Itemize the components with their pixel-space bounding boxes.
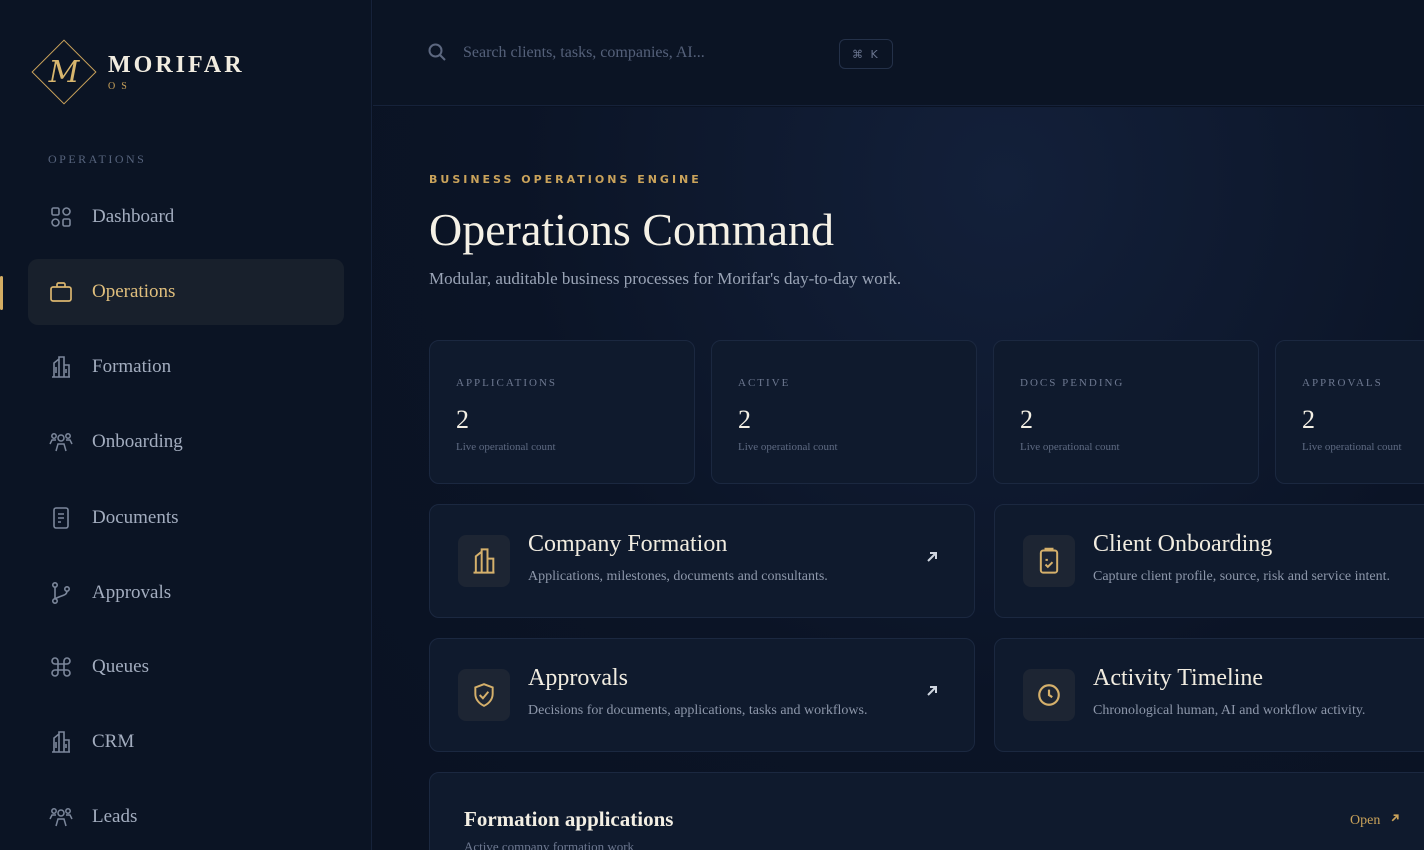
sidebar-item-label: Documents <box>92 507 179 528</box>
sidebar-item-approvals[interactable]: Approvals <box>28 560 344 626</box>
document-icon <box>48 505 74 531</box>
clock-icon <box>1023 669 1075 721</box>
stat-card-active[interactable]: ACTIVE 2 Live operational count <box>711 340 977 484</box>
building-icon <box>458 535 510 587</box>
sidebar-item-documents[interactable]: Documents <box>28 485 344 551</box>
shield-icon <box>458 669 510 721</box>
panel-subtitle: Active company formation work <box>464 839 635 850</box>
sidebar-item-label: Approvals <box>92 582 172 603</box>
main-content: BUSINESS OPERATIONS ENGINE Operations Co… <box>373 107 1424 850</box>
stat-value: 2 <box>1020 405 1033 434</box>
sidebar-item-label: Formation <box>92 356 172 377</box>
topbar: ⌘ K <box>373 0 1424 106</box>
building-icon <box>48 354 74 380</box>
keyboard-shortcut-badge: ⌘ K <box>839 39 893 69</box>
module-description: Decisions for documents, applications, t… <box>528 703 868 718</box>
module-card-client-onboarding[interactable]: Client Onboarding Capture client profile… <box>994 504 1424 618</box>
building-icon <box>48 729 74 755</box>
stat-value: 2 <box>1302 405 1315 434</box>
module-description: Applications, milestones, documents and … <box>528 569 828 584</box>
logo-monogram: M <box>48 54 80 90</box>
sidebar-item-operations[interactable]: Operations <box>28 259 344 325</box>
search-icon[interactable] <box>427 42 449 64</box>
arrow-up-right-icon[interactable] <box>922 547 946 571</box>
brand-text: MORIFAR OS <box>108 52 245 92</box>
stat-note: Live operational count <box>1302 441 1402 453</box>
sidebar-item-onboarding[interactable]: Onboarding <box>28 409 344 475</box>
command-icon <box>48 654 74 680</box>
stat-note: Live operational count <box>1020 441 1120 453</box>
sidebar-item-formation[interactable]: Formation <box>28 334 344 400</box>
open-label: Open <box>1350 812 1381 828</box>
stat-label: APPROVALS <box>1302 377 1383 389</box>
users-icon <box>48 429 74 455</box>
sidebar-item-label: Leads <box>92 806 138 827</box>
grid-icon <box>48 204 74 230</box>
formation-applications-panel: Formation applications Active company fo… <box>429 772 1424 850</box>
sidebar: M MORIFAR OS OPERATIONS Dashboard Operat… <box>0 0 372 850</box>
active-indicator <box>0 276 3 310</box>
module-card-activity-timeline[interactable]: Activity Timeline Chronological human, A… <box>994 638 1424 752</box>
sidebar-item-label: Operations <box>92 281 176 302</box>
sidebar-item-queues[interactable]: Queues <box>28 634 344 700</box>
users-icon <box>48 804 74 830</box>
stat-label: APPLICATIONS <box>456 377 558 389</box>
sidebar-section-label: OPERATIONS <box>48 152 147 166</box>
stat-card-applications[interactable]: APPLICATIONS 2 Live operational count <box>429 340 695 484</box>
open-link[interactable]: Open <box>1350 811 1402 830</box>
stat-card-approvals[interactable]: APPROVALS 2 Live operational count <box>1275 340 1424 484</box>
sidebar-item-dashboard[interactable]: Dashboard <box>28 184 344 250</box>
module-title: Company Formation <box>528 531 728 557</box>
brand-name: MORIFAR <box>108 52 245 78</box>
sidebar-item-label: Onboarding <box>92 431 183 452</box>
arrow-up-right-icon <box>1388 811 1402 830</box>
page-title: Operations Command <box>429 204 834 255</box>
stat-note: Live operational count <box>738 441 838 453</box>
brand[interactable]: M MORIFAR OS <box>28 36 245 108</box>
search-input[interactable] <box>463 36 793 70</box>
module-title: Activity Timeline <box>1093 665 1264 691</box>
stat-label: DOCS PENDING <box>1020 377 1125 389</box>
module-card-company-formation[interactable]: Company Formation Applications, mileston… <box>429 504 975 618</box>
arrow-up-right-icon[interactable] <box>922 681 946 705</box>
briefcase-icon <box>48 279 74 305</box>
stat-value: 2 <box>456 405 469 434</box>
branch-icon <box>48 580 74 606</box>
stat-card-docs-pending[interactable]: DOCS PENDING 2 Live operational count <box>993 340 1259 484</box>
module-description: Capture client profile, source, risk and… <box>1093 569 1391 584</box>
sidebar-item-leads[interactable]: Leads <box>28 784 344 850</box>
module-card-approvals[interactable]: Approvals Decisions for documents, appli… <box>429 638 975 752</box>
module-description: Chronological human, AI and workflow act… <box>1093 703 1366 718</box>
stat-label: ACTIVE <box>738 377 791 389</box>
stat-note: Live operational count <box>456 441 556 453</box>
clipboard-icon <box>1023 535 1075 587</box>
module-title: Approvals <box>528 665 628 691</box>
module-title: Client Onboarding <box>1093 531 1273 557</box>
sidebar-item-label: CRM <box>92 731 135 752</box>
sidebar-item-label: Queues <box>92 656 149 677</box>
panel-title: Formation applications <box>464 807 674 831</box>
sidebar-item-crm[interactable]: CRM <box>28 709 344 775</box>
logo: M <box>28 36 100 108</box>
stat-value: 2 <box>738 405 751 434</box>
page-eyebrow: BUSINESS OPERATIONS ENGINE <box>429 173 702 186</box>
sidebar-item-label: Dashboard <box>92 206 175 227</box>
brand-sub: OS <box>108 81 133 92</box>
page-subtitle: Modular, auditable business processes fo… <box>429 269 902 288</box>
